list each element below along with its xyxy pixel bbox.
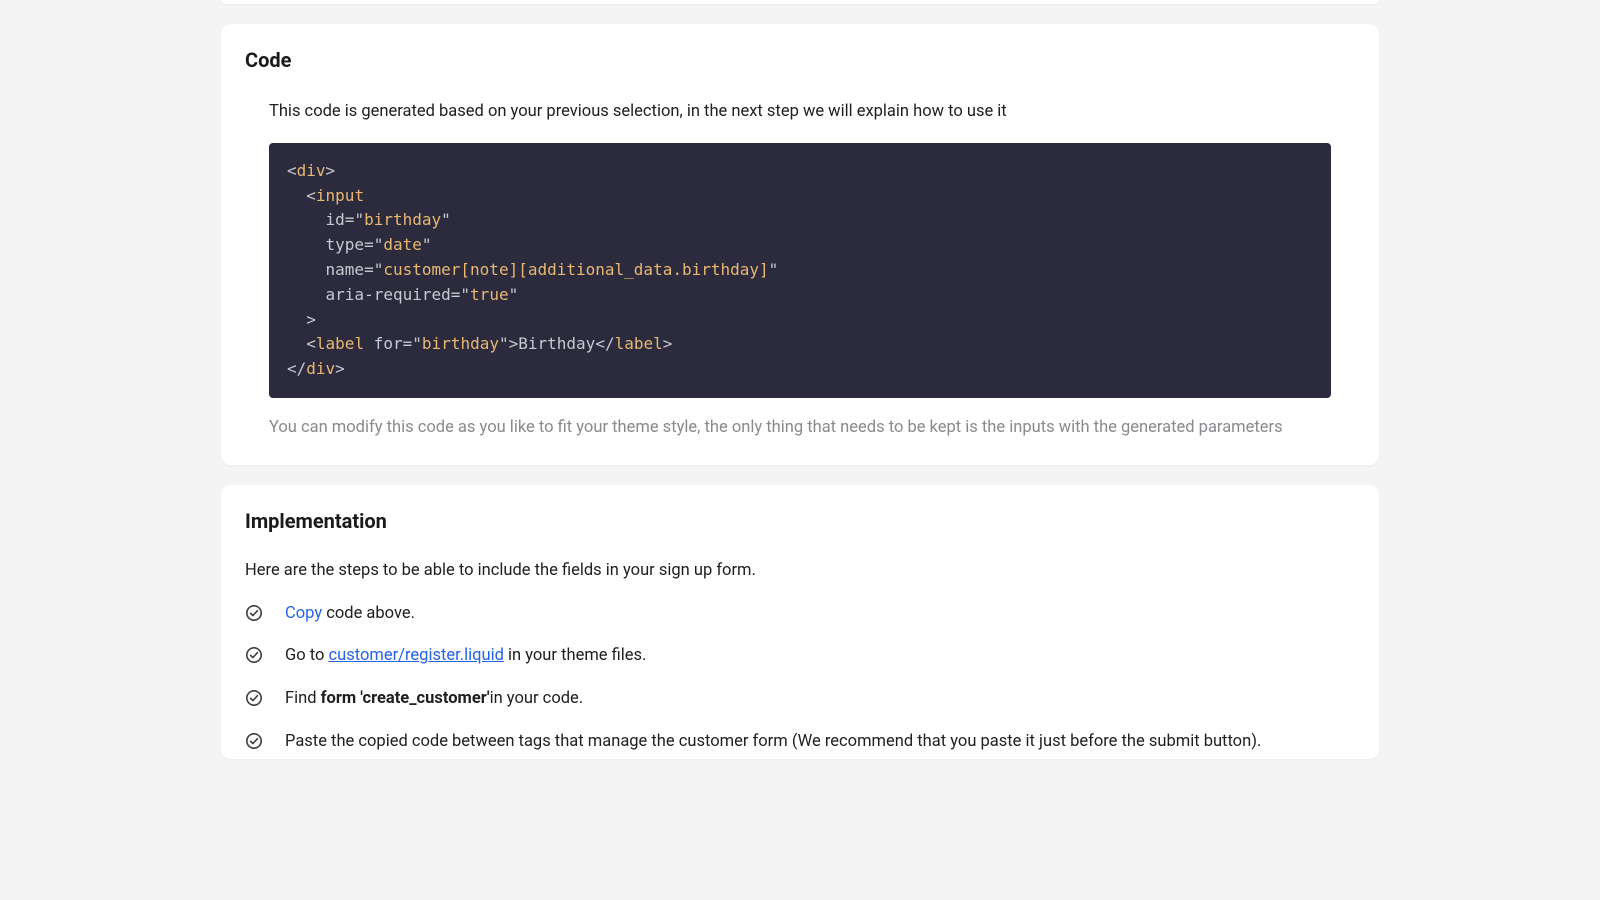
check-circle-icon (245, 646, 263, 673)
implementation-step: Go to customer/register.liquid in your t… (245, 644, 1355, 673)
implementation-step: Find form 'create_customer'in your code. (245, 687, 1355, 716)
check-circle-icon (245, 689, 263, 716)
implementation-step: Copy code above. (245, 602, 1355, 631)
file-link[interactable]: customer/register.liquid (328, 646, 503, 665)
check-circle-icon (245, 604, 263, 631)
implementation-card: Implementation Here are the steps to be … (221, 485, 1379, 759)
previous-card-bottom (221, 0, 1379, 4)
code-snippet[interactable]: <div> <input id="birthday" type="date" n… (269, 143, 1331, 398)
step-text: Go to customer/register.liquid in your t… (285, 644, 1355, 669)
implementation-steps: Copy code above. Go to customer/register.… (245, 602, 1355, 759)
check-circle-icon (245, 732, 263, 759)
step-text: Copy code above. (285, 602, 1355, 627)
copy-link[interactable]: Copy (285, 604, 322, 623)
code-heading: Code (245, 48, 1355, 72)
code-note: You can modify this code as you like to … (269, 416, 1331, 441)
implementation-lead: Here are the steps to be able to include… (245, 561, 1355, 580)
step-text: Find form 'create_customer'in your code. (285, 687, 1355, 712)
code-description: This code is generated based on your pre… (269, 100, 1331, 125)
step-text: Paste the copied code between tags that … (285, 730, 1355, 755)
code-card: Code This code is generated based on you… (221, 24, 1379, 465)
implementation-heading: Implementation (245, 509, 1355, 533)
implementation-step: Paste the copied code between tags that … (245, 730, 1355, 759)
emphasis: form 'create_customer' (321, 689, 490, 708)
